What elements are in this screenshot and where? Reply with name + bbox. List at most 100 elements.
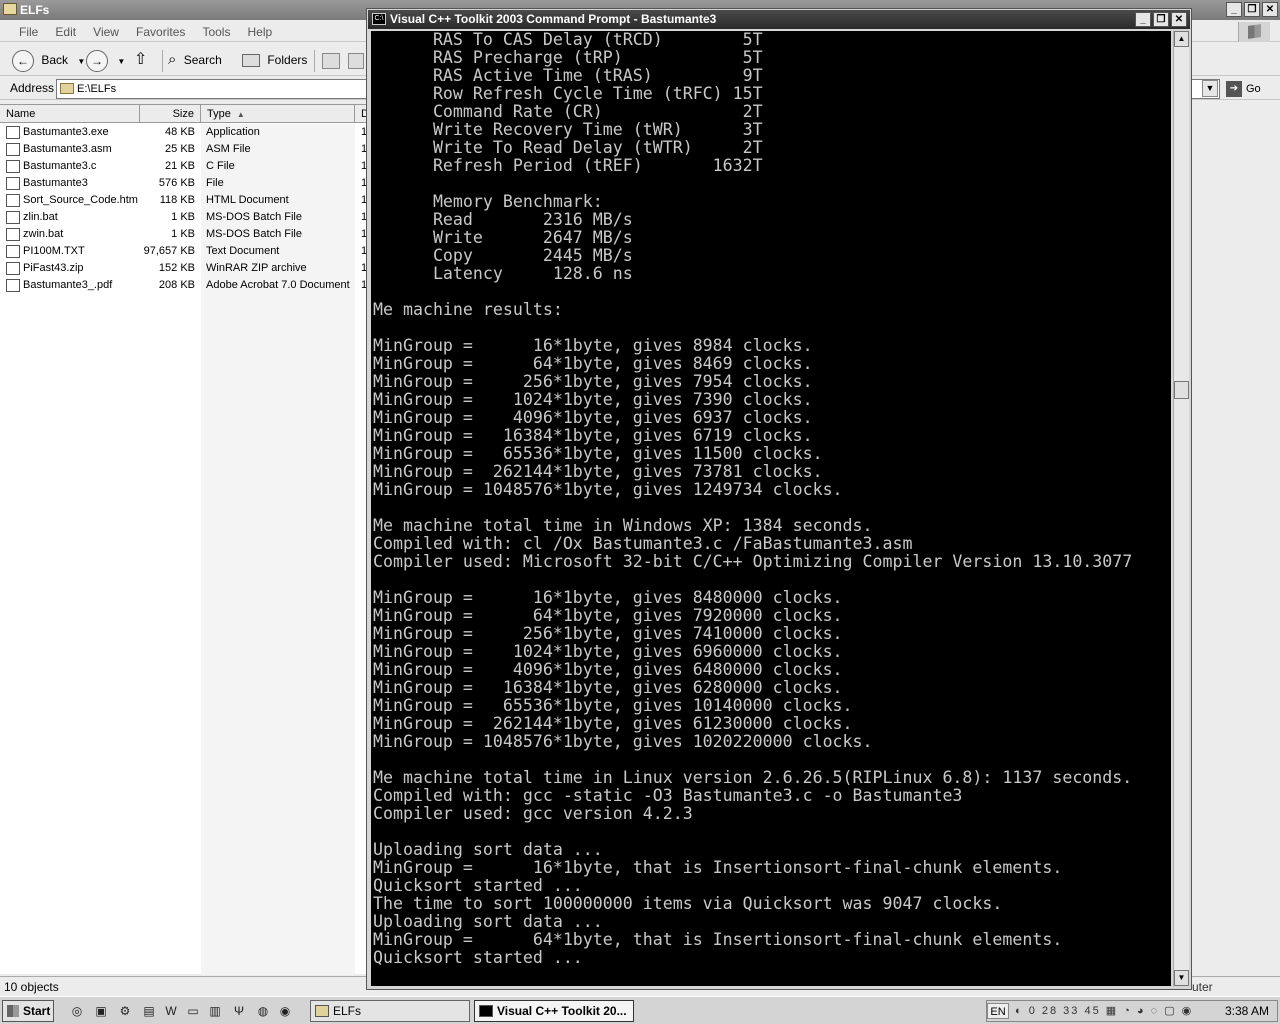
console-text: RAS To CAS Delay (tRCD) 5T RAS Precharge… [373,31,1169,967]
quicklaunch-folder-icon[interactable]: ▭ [184,1002,202,1020]
console-maximize-button[interactable]: ❐ [1153,12,1169,27]
quicklaunch-ie-icon[interactable]: ◎ [68,1002,86,1020]
file-row[interactable]: Sort_Source_Code.htm 118 KB HTML Document 1 [0,192,368,209]
task-explorer[interactable]: ELFs [310,1000,470,1022]
quicklaunch-tool-icon[interactable]: Ψ [230,1002,248,1020]
column-type[interactable]: Type ▲ [201,105,355,123]
move-to-icon[interactable] [322,48,340,72]
file-list[interactable]: Name Size Type ▲ D Bastumante3.exe 48 KB Ap… [0,104,369,975]
address-label: Address [10,81,55,95]
folder-icon [3,3,17,15]
quicklaunch-media-icon[interactable]: ◉ [276,1002,294,1020]
file-size: 25 KB [165,143,195,155]
language-indicator[interactable]: EN [987,1003,1009,1019]
file-icon [6,143,20,156]
quicklaunch-doc-icon[interactable]: ▤ [140,1002,158,1020]
console-line: Row Refresh Cycle Time (tRFC) 15T [373,84,763,103]
console-line: MinGroup = 4096*1byte, gives 6480000 clo… [373,660,843,679]
scroll-thumb[interactable] [1174,381,1189,399]
console-line: Compiler used: gcc version 4.2.3 [373,804,693,823]
minimize-button[interactable]: _ [1226,2,1242,17]
task-console[interactable]: Visual C++ Toolkit 20... [474,1000,634,1022]
forward-dropdown-icon[interactable]: ▼ [117,57,125,66]
tray-icons[interactable]: ◐ 0 28 33 45 ▦ ◔ ◕ ◌ ▢ ◉ [1015,1004,1193,1017]
address-dropdown-icon[interactable]: ▼ [1202,80,1218,97]
quicklaunch-cmd-icon[interactable]: ▣ [92,1002,110,1020]
console-line: MinGroup = 64*1byte, gives 8469 clocks. [373,354,813,373]
file-row[interactable]: Bastumante3.c 21 KB C File 1 [0,158,368,175]
file-name: Bastumante3_.pdf [23,279,113,291]
file-row[interactable]: zlin.bat 1 KB MS-DOS Batch File 1 [0,209,368,226]
file-type: ASM File [206,143,251,155]
console-line: MinGroup = 1048576*1byte, gives 10202200… [373,732,873,751]
search-button[interactable]: ⌕ Search [168,48,222,72]
go-button[interactable]: ➔ Go [1226,80,1261,98]
console-line: Me machine total time in Windows XP: 138… [373,516,873,535]
address-value: E:\ELFs [77,83,117,95]
copy-to-icon[interactable] [348,48,364,72]
menu-help[interactable]: Help [241,22,280,42]
file-size: 97,657 KB [143,245,195,257]
folder-icon [60,83,74,94]
console-output[interactable]: RAS To CAS Delay (tRCD) 5T RAS Precharge… [371,31,1171,986]
console-line: Memory Benchmark: [373,192,603,211]
console-line: MinGroup = 1024*1byte, gives 7390 clocks… [373,390,813,409]
menu-file[interactable]: File [12,22,45,42]
file-size: 152 KB [158,262,195,274]
task-explorer-label: ELFs [333,1004,362,1018]
forward-button[interactable]: → ▼ [86,48,125,72]
console-title-bar[interactable]: C:\ Visual C++ Toolkit 2003 Command Prom… [368,10,1190,29]
up-folder-icon[interactable]: ⇧ [134,48,147,72]
console-close-button[interactable]: ✕ [1171,12,1187,27]
file-size: 576 KB [158,177,195,189]
menu-edit[interactable]: Edit [48,22,83,42]
console-line: MinGroup = 1024*1byte, gives 6960000 clo… [373,642,843,661]
file-row[interactable]: PI100M.TXT 97,657 KB Text Document 1 [0,243,368,260]
console-line: Copy 2445 MB/s [373,246,633,265]
file-type: C File [206,160,235,172]
column-name[interactable]: Name [0,105,140,123]
console-minimize-button[interactable]: _ [1135,12,1151,27]
folders-icon [242,54,260,68]
file-row[interactable]: Bastumante3_.pdf 208 KB Adobe Acrobat 7.0 … [0,277,368,294]
console-line: Write Recovery Time (tWR) 3T [373,120,763,139]
file-row[interactable]: PiFast43.zip 152 KB WinRAR ZIP archive 1 [0,260,368,277]
file-row[interactable]: Bastumante3 576 KB File 1 [0,175,368,192]
menu-favorites[interactable]: Favorites [129,22,192,42]
file-name: Bastumante3.c [23,160,97,172]
console-line: MinGroup = 64*1byte, gives 7920000 clock… [373,606,843,625]
file-icon [6,245,20,258]
scroll-down-icon[interactable]: ▼ [1174,970,1189,986]
start-button[interactable]: Start [2,1000,54,1022]
console-line: Latency 128.6 ns [373,264,633,283]
file-row[interactable]: Bastumante3.asm 25 KB ASM File 1 [0,141,368,158]
file-row[interactable]: Bastumante3.exe 48 KB Application 1 [0,124,368,141]
console-line: MinGroup = 16*1byte, gives 8480000 clock… [373,588,843,607]
console-line: MinGroup = 256*1byte, gives 7954 clocks. [373,372,813,391]
folders-button[interactable]: Folders [242,48,307,72]
back-dropdown-icon[interactable]: ▼ [77,57,85,66]
close-button[interactable]: ✕ [1262,2,1278,17]
menu-view[interactable]: View [86,22,126,42]
back-button[interactable]: ← Back ▼ [12,48,85,72]
console-scrollbar[interactable]: ▲ ▼ [1173,31,1189,986]
search-icon: ⌕ [168,51,177,68]
system-tray: EN ◐ 0 28 33 45 ▦ ◔ ◕ ◌ ▢ ◉ 3:38 AM [986,1000,1278,1022]
scroll-up-icon[interactable]: ▲ [1174,31,1189,47]
column-header: Name Size Type ▲ D [0,105,369,123]
file-row[interactable]: zwin.bat 1 KB MS-DOS Batch File 1 [0,226,368,243]
column-size[interactable]: Size [140,105,201,123]
console-line: MinGroup = 16384*1byte, gives 6280000 cl… [373,678,843,697]
console-line: MinGroup = 16*1byte, that is Insertionso… [373,858,1063,877]
quicklaunch-word-icon[interactable]: W [162,1002,180,1020]
go-label: Go [1246,83,1261,95]
console-line: Uploading sort data ... [373,840,603,859]
quicklaunch-settings-icon[interactable]: ⚙ [116,1002,134,1020]
menu-tools[interactable]: Tools [195,22,237,42]
console-line: Compiled with: cl /Ox Bastumante3.c /FaB… [373,534,913,553]
quicklaunch-notepad-icon[interactable]: ▥ [206,1002,224,1020]
quicklaunch-browser-icon[interactable]: ◍ [254,1002,272,1020]
maximize-button[interactable]: ❐ [1244,2,1260,17]
